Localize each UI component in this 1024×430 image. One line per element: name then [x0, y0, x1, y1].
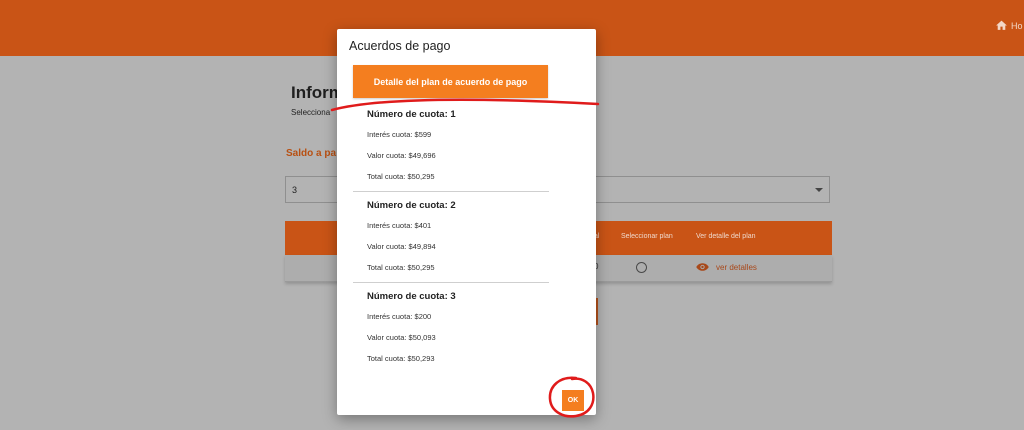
list-item: Número de cuota: 3 Interés cuota: $200 V…: [353, 283, 549, 371]
quota-number: Número de cuota: 1: [367, 109, 456, 120]
table-header-detail: Ver detalle del plan: [696, 233, 756, 240]
list-item: Número de cuota: 1 Interés cuota: $599 V…: [353, 101, 549, 192]
list-item: Número de cuota: 2 Interés cuota: $401 V…: [353, 192, 549, 283]
table-header-select: Seleccionar plan: [621, 233, 673, 240]
quota-total: Total cuota: $50,293: [367, 354, 435, 363]
quota-total: Total cuota: $50,295: [367, 263, 435, 272]
saldo-label: Saldo a pa: [286, 148, 337, 159]
quota-total: Total cuota: $50,295: [367, 172, 435, 181]
quota-number: Número de cuota: 2: [367, 200, 456, 211]
dialog-title: Acuerdos de pago: [349, 39, 451, 53]
plan-detail-button[interactable]: Detalle del plan de acuerdo de pago: [353, 65, 548, 98]
home-icon: [996, 20, 1007, 30]
quota-interest: Interés cuota: $599: [367, 130, 432, 139]
quota-list[interactable]: Número de cuota: 1 Interés cuota: $599 V…: [353, 101, 549, 371]
home-link[interactable]: Ho: [995, 19, 1023, 32]
select-plan-radio[interactable]: [636, 262, 647, 273]
home-label: Ho: [1011, 20, 1023, 31]
view-details-link[interactable]: ver detalles: [716, 263, 757, 272]
select-value: 3: [292, 185, 298, 195]
eye-icon[interactable]: [696, 262, 709, 272]
chevron-down-icon: [815, 188, 823, 192]
quota-value: Valor cuota: $49,894: [367, 242, 436, 251]
quota-value: Valor cuota: $50,093: [367, 333, 436, 342]
quota-number: Número de cuota: 3: [367, 291, 456, 302]
quota-interest: Interés cuota: $200: [367, 312, 432, 321]
quota-interest: Interés cuota: $401: [367, 221, 432, 230]
ok-button[interactable]: OK: [562, 390, 584, 411]
page-subtitle: Selecciona: [291, 108, 331, 117]
quota-value: Valor cuota: $49,696: [367, 151, 436, 160]
payment-agreements-dialog: Acuerdos de pago Detalle del plan de acu…: [337, 29, 596, 415]
page-title: Inform: [291, 83, 344, 102]
